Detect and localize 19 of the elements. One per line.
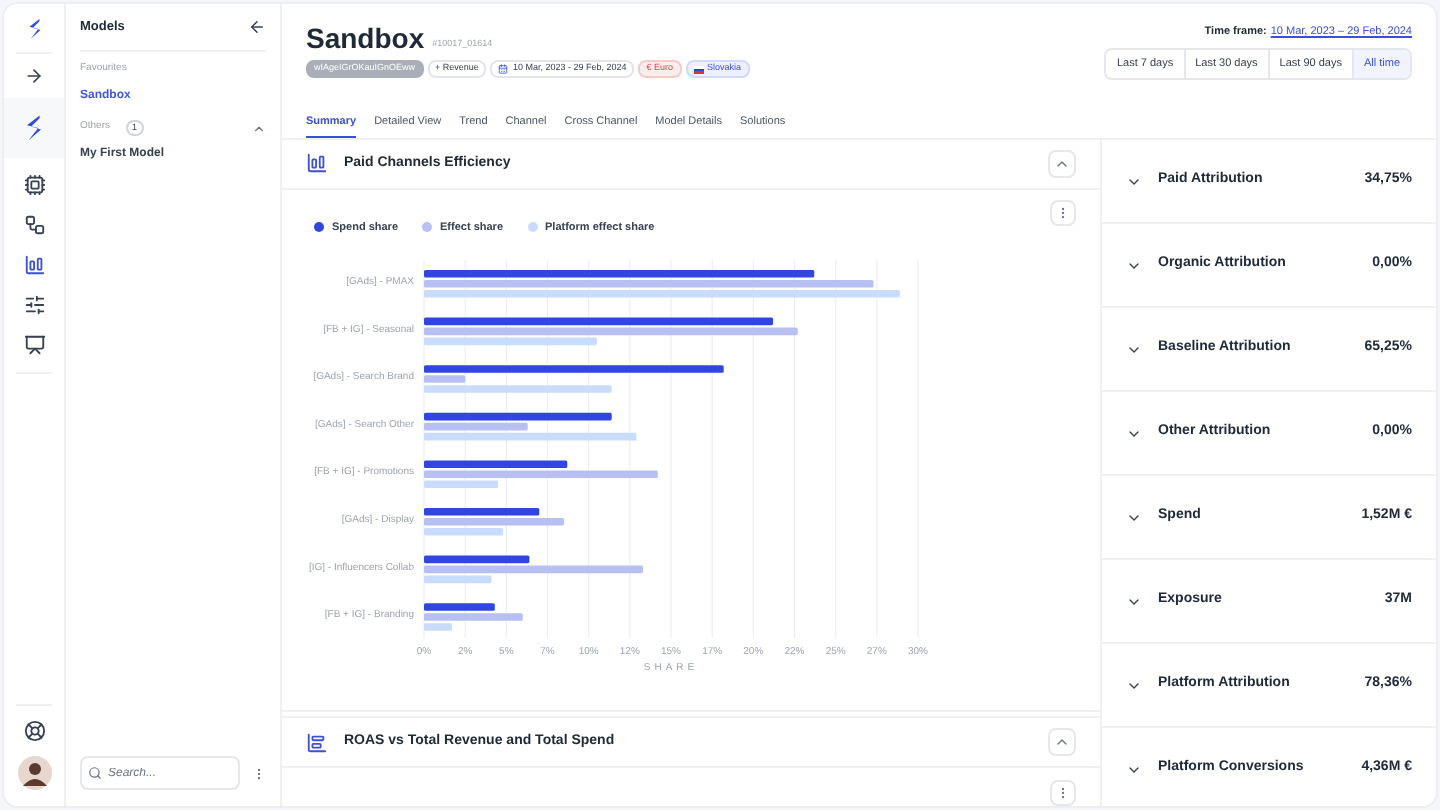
calendar-icon (498, 64, 509, 74)
bar-chart-icon[interactable] (23, 254, 45, 276)
presentation-icon[interactable] (23, 334, 45, 356)
flow-icon[interactable] (23, 214, 45, 236)
avatar[interactable] (17, 756, 51, 790)
page-title: Sandbox (306, 24, 425, 52)
more-icon (1056, 205, 1070, 220)
expand-icon[interactable] (24, 66, 44, 86)
help-icon[interactable] (23, 720, 45, 742)
bar-chart-icon (306, 152, 328, 175)
collapse-icon[interactable] (248, 18, 266, 36)
chevron-icon (1054, 734, 1070, 750)
chart-icon (306, 731, 328, 753)
chip-icon[interactable] (23, 174, 45, 196)
sliders-icon[interactable] (23, 294, 45, 316)
search-icon (88, 766, 102, 780)
more-icon (1056, 786, 1070, 800)
more-icon[interactable] (252, 765, 266, 781)
chevron-icon[interactable] (252, 121, 266, 135)
